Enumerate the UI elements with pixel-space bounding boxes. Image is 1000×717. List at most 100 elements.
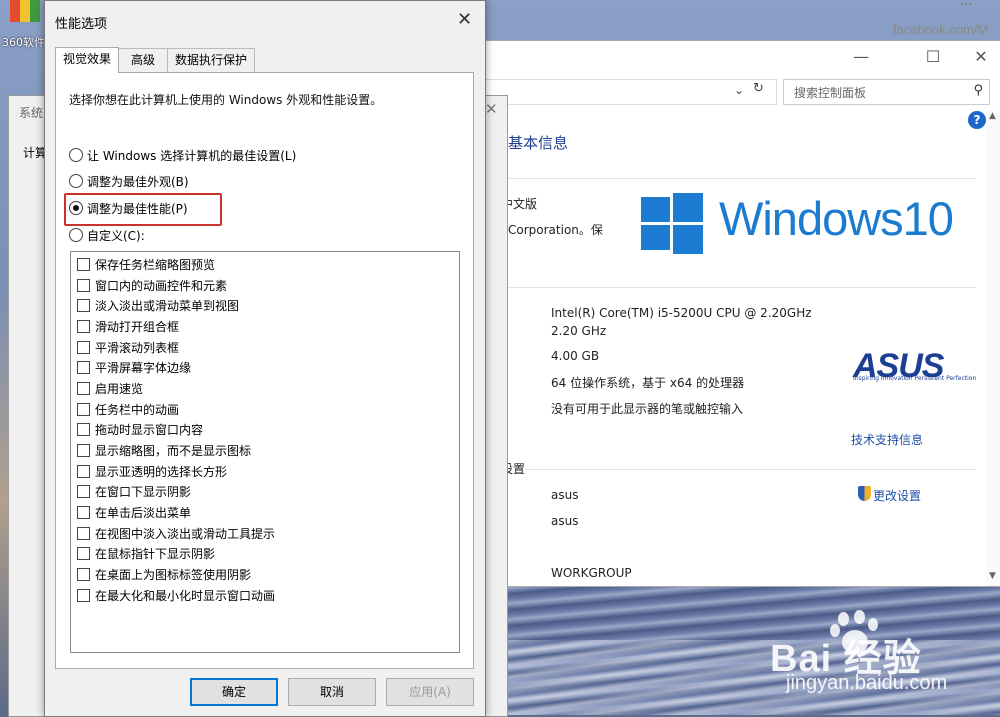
checkbox-item[interactable]: 在桌面上为图标标签使用阴影 xyxy=(77,566,251,584)
checkbox-item[interactable]: 在单击后淡出菜单 xyxy=(77,504,191,522)
checkbox[interactable] xyxy=(77,403,90,416)
checkbox[interactable] xyxy=(77,547,90,560)
highlight-box xyxy=(64,193,222,226)
checkbox[interactable] xyxy=(77,465,90,478)
radio-custom[interactable]: 自定义(C): xyxy=(69,227,145,245)
checkbox-label: 滑动打开组合框 xyxy=(95,320,180,334)
help-icon[interactable]: ? xyxy=(968,111,986,129)
checkbox-item[interactable]: 窗口内的动画控件和元素 xyxy=(77,277,227,295)
checkbox-label: 保存任务栏缩略图预览 xyxy=(95,258,216,272)
checkbox-label: 在单击后淡出菜单 xyxy=(95,506,192,520)
checkbox-item[interactable]: 任务栏中的动画 xyxy=(77,401,179,419)
radio-label: 自定义(C): xyxy=(87,229,145,243)
close-button[interactable]: ✕ xyxy=(457,9,472,30)
checkbox-item[interactable]: 启用速览 xyxy=(77,380,143,398)
change-settings-link[interactable]: 更改设置 xyxy=(873,487,921,504)
checkbox-label: 在桌面上为图标标签使用阴影 xyxy=(95,568,252,582)
cancel-button[interactable]: 取消 xyxy=(288,678,376,706)
checkbox[interactable] xyxy=(77,568,90,581)
checkbox[interactable] xyxy=(77,341,90,354)
checkbox[interactable] xyxy=(77,423,90,436)
search-icon[interactable]: ⚲ xyxy=(973,83,983,98)
checkbox-item[interactable]: 显示缩略图，而不是显示图标 xyxy=(77,442,251,460)
chevron-down-icon[interactable]: ⌄ xyxy=(734,83,744,97)
scroll-up-icon[interactable]: ▲ xyxy=(989,111,996,121)
checkbox[interactable] xyxy=(77,382,90,395)
radio-best-appearance[interactable]: 调整为最佳外观(B) xyxy=(69,173,189,191)
radio-label: 让 Windows 选择计算机的最佳设置(L) xyxy=(87,149,297,163)
checkbox[interactable] xyxy=(77,506,90,519)
maximize-button[interactable]: ☐ xyxy=(918,47,948,67)
minimize-button[interactable]: — xyxy=(846,47,876,67)
workgroup-value: WORKGROUP xyxy=(551,566,632,580)
checkbox-item[interactable]: 拖动时显示窗口内容 xyxy=(77,421,203,439)
ok-button[interactable]: 确定 xyxy=(190,678,278,706)
radio-button[interactable] xyxy=(69,228,83,242)
checkbox-item[interactable]: 淡入淡出或滑动菜单到视图 xyxy=(77,297,239,315)
corner-text: facebook.com/M xyxy=(893,22,989,37)
checkbox-item[interactable]: 保存任务栏缩略图预览 xyxy=(77,256,215,274)
checkbox[interactable] xyxy=(77,361,90,374)
tab-visual-effects[interactable]: 视觉效果 xyxy=(55,47,119,73)
checkbox-label: 拖动时显示窗口内容 xyxy=(95,423,204,437)
checkbox-item[interactable]: 显示亚透明的选择长方形 xyxy=(77,463,227,481)
radio-let-windows-choose[interactable]: 让 Windows 选择计算机的最佳设置(L) xyxy=(69,147,296,165)
support-info-link[interactable]: 技术支持信息 xyxy=(851,431,923,448)
radio-button[interactable] xyxy=(69,174,83,188)
system-window-titlebar: — ☐ ✕ xyxy=(481,41,1000,75)
divider xyxy=(508,178,976,179)
checkbox-item[interactable]: 在鼠标指针下显示阴影 xyxy=(77,545,215,563)
dialog-title: 性能选项 xyxy=(55,17,108,32)
tab-dep[interactable]: 数据执行保护 xyxy=(167,48,255,72)
search-input[interactable]: 搜索控制面板 ⚲ xyxy=(783,79,990,105)
checkbox[interactable] xyxy=(77,485,90,498)
tab-advanced[interactable]: 高级 xyxy=(118,48,168,72)
corner-text-top: ... xyxy=(960,0,973,9)
address-bar[interactable] xyxy=(481,79,777,105)
scroll-down-icon[interactable]: ▼ xyxy=(989,571,996,581)
checkbox-label: 平滑滚动列表框 xyxy=(95,341,180,355)
checkbox-label: 在窗口下显示阴影 xyxy=(95,485,192,499)
system-type-value: 64 位操作系统，基于 x64 的处理器 xyxy=(551,376,745,390)
close-button[interactable]: ✕ xyxy=(966,47,996,67)
checkbox[interactable] xyxy=(77,320,90,333)
checkbox[interactable] xyxy=(77,299,90,312)
checkbox[interactable] xyxy=(77,444,90,457)
section-heading: 基本信息 xyxy=(508,134,569,152)
scrollbar[interactable]: ▲ ▼ xyxy=(986,111,1000,586)
watermark-url: jingyan.baidu.com xyxy=(786,672,948,694)
checkbox-item[interactable]: 在最大化和最小化时显示窗口动画 xyxy=(77,587,275,605)
effects-list[interactable]: 保存任务栏缩略图预览 窗口内的动画控件和元素 淡入淡出或滑动菜单到视图 滑动打开… xyxy=(70,251,460,653)
computer-name-value: asus xyxy=(551,488,579,502)
app-icon xyxy=(10,0,40,22)
checkbox[interactable] xyxy=(77,589,90,602)
checkbox-label: 显示缩略图，而不是显示图标 xyxy=(95,444,252,458)
checkbox[interactable] xyxy=(77,527,90,540)
search-placeholder: 搜索控制面板 xyxy=(794,86,867,100)
checkbox-label: 在鼠标指针下显示阴影 xyxy=(95,547,216,561)
checkbox-label: 显示亚透明的选择长方形 xyxy=(95,465,228,479)
checkbox-label: 启用速览 xyxy=(95,382,144,396)
checkbox-item[interactable]: 平滑屏幕字体边缘 xyxy=(77,359,191,377)
refresh-icon[interactable]: ↻ xyxy=(753,81,764,96)
full-name-value: asus xyxy=(551,514,579,528)
checkbox-item[interactable]: 滑动打开组合框 xyxy=(77,318,179,336)
cpu-speed-value: 2.20 GHz xyxy=(551,324,607,338)
checkbox-item[interactable]: 平滑滚动列表框 xyxy=(77,339,179,357)
checkbox[interactable] xyxy=(77,258,90,271)
radio-button[interactable] xyxy=(69,148,83,162)
checkbox-item[interactable]: 在窗口下显示阴影 xyxy=(77,483,191,501)
radio-label: 调整为最佳外观(B) xyxy=(87,175,189,189)
visual-effects-panel: 选择你想在此计算机上使用的 Windows 外观和性能设置。 让 Windows… xyxy=(55,72,474,669)
checkbox-label: 任务栏中的动画 xyxy=(95,403,180,417)
asus-tagline: Inspiring Innovation Persistent Perfecti… xyxy=(853,375,977,382)
checkbox[interactable] xyxy=(77,279,90,292)
performance-options-dialog: 性能选项 ✕ 视觉效果 高级 数据执行保护 选择你想在此计算机上使用的 Wind… xyxy=(44,0,486,717)
panel-description: 选择你想在此计算机上使用的 Windows 外观和性能设置。 xyxy=(69,93,383,107)
windows-logo-icon xyxy=(641,193,703,254)
apply-button[interactable]: 应用(A) xyxy=(386,678,474,706)
checkbox-item[interactable]: 在视图中淡入淡出或滑动工具提示 xyxy=(77,525,275,543)
window-title: 系统 xyxy=(19,106,44,120)
copyright-text: Corporation。保 xyxy=(508,223,603,237)
close-icon[interactable]: ✕ xyxy=(485,100,498,118)
